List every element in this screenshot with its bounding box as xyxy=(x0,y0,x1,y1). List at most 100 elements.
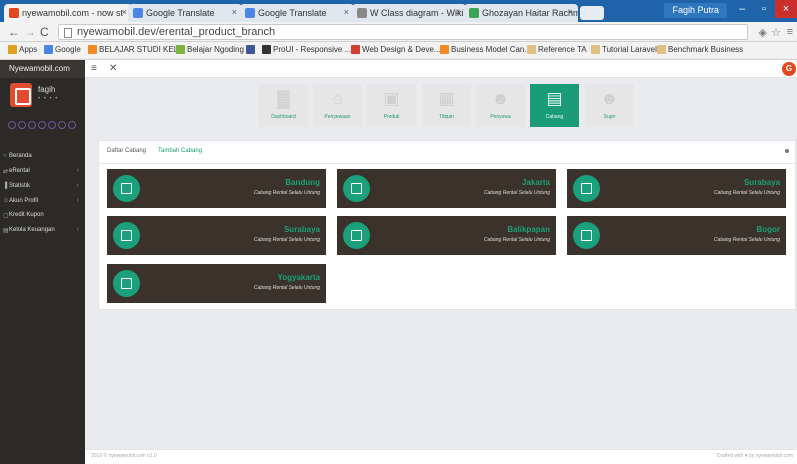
close-window-icon[interactable]: × xyxy=(775,0,797,18)
branch-card[interactable]: Balikpapan Cabang Rental Selalu Untung xyxy=(337,216,556,255)
browser-tab-wikipedia[interactable]: W Class diagram - Wikipedia × xyxy=(352,4,466,22)
bookmark-web-design[interactable]: Web Design & Deve... xyxy=(351,45,441,54)
bookmark-label: Tutorial Laravel xyxy=(602,45,657,54)
branch-name: Yogyakarta xyxy=(277,273,320,282)
bookmark-star-icon[interactable]: ☆ xyxy=(771,26,781,39)
close-tab-icon[interactable]: × xyxy=(456,7,461,17)
coupon-icon: ▢ xyxy=(3,213,9,219)
cart-icon: ⌂ xyxy=(332,89,343,108)
image-icon xyxy=(573,222,600,249)
nav-tile-penyewaan[interactable]: ⌂ xyxy=(313,84,362,127)
shuffle-icon[interactable]: ✕ xyxy=(109,63,117,74)
menu-icon[interactable]: ≡ xyxy=(787,26,793,38)
branch-description: Cabang Rental Selalu Untung xyxy=(253,237,320,243)
branch-card[interactable]: Surabaya Cabang Rental Selalu Untung xyxy=(107,216,326,255)
wikipedia-favicon-icon xyxy=(357,8,367,18)
folder-icon xyxy=(527,45,536,54)
theme-dot[interactable] xyxy=(58,121,66,129)
branch-card[interactable]: Yogyakarta Cabang Rental Selalu Untung xyxy=(107,264,326,303)
bookmark-apps[interactable]: Apps xyxy=(8,45,37,54)
google-translate-favicon-icon xyxy=(133,8,143,18)
bookmark-label: Web Design & Deve... xyxy=(362,45,441,54)
nav-label-produk: Produk xyxy=(383,114,400,120)
bookmark-benchmark-business[interactable]: Benchmark Business xyxy=(657,45,743,54)
url-text: nyewamobil.dev/erental_product_branch xyxy=(77,26,276,38)
minimize-icon[interactable]: – xyxy=(731,0,753,18)
sidebar-item-kredit-kupon[interactable]: ▢ Kredit Kupon xyxy=(0,209,85,222)
branch-name: Surabaya xyxy=(283,225,320,234)
browser-tab-google-translate[interactable]: Google Translate × xyxy=(128,4,242,22)
tab-label: nyewamobil.com - now st xyxy=(22,8,124,18)
sidebar-item-akun-profil[interactable]: ☺ Akun Profil ‹ xyxy=(0,195,85,208)
browser-user-badge[interactable]: Fagih Putra xyxy=(664,3,727,18)
branch-card[interactable]: Jakarta Cabang Rental Selalu Untung xyxy=(337,169,556,208)
maximize-icon[interactable]: ▫ xyxy=(753,0,775,18)
sidebar-item-label: Kredit Kupon xyxy=(9,212,44,218)
nav-tile-produk[interactable]: ▣ xyxy=(367,84,416,127)
site-icon xyxy=(176,45,185,54)
address-bar: ← → C nyewamobil.dev/erental_product_bra… xyxy=(0,22,797,42)
nav-tile-supir[interactable]: ☻ xyxy=(585,84,634,127)
bookmark-business-model[interactable]: Business Model Can... xyxy=(440,45,531,54)
bookmark-tutorial-laravel[interactable]: Tutorial Laravel xyxy=(591,45,657,54)
branch-description: Cabang Rental Selalu Untung xyxy=(713,237,780,243)
sidebar-item-beranda[interactable]: ○ Beranda xyxy=(0,150,85,163)
tab-label: Google Translate xyxy=(258,8,327,18)
bookmark-reference-ta[interactable]: Reference TA xyxy=(527,45,587,54)
bookmark-belajar-studi[interactable]: BELAJAR STUDI KEL... xyxy=(88,45,185,54)
driver-icon: ☻ xyxy=(600,89,619,108)
reload-icon[interactable]: C xyxy=(40,25,49,39)
close-tab-icon[interactable]: × xyxy=(568,7,573,17)
tab-tambah-cabang[interactable]: Tambah Cabang xyxy=(158,148,202,154)
brand-name[interactable]: Nyewamobil.com xyxy=(9,64,70,73)
sidebar-item-statistik[interactable]: ▐ Statistik ‹ xyxy=(0,180,85,193)
browser-tab-nyewamobil[interactable]: nyewamobil.com - now st × xyxy=(4,4,132,22)
folder-icon xyxy=(657,45,666,54)
url-input[interactable]: nyewamobil.dev/erental_product_branch xyxy=(58,24,748,40)
branch-card[interactable]: Bandung Cabang Rental Selalu Untung xyxy=(107,169,326,208)
theme-dot[interactable] xyxy=(48,121,56,129)
bookmark-belajar-ngoding[interactable]: Belajar Ngoding xyxy=(176,45,244,54)
branch-description: Cabang Rental Selalu Untung xyxy=(253,190,320,196)
close-tab-icon[interactable]: × xyxy=(232,7,237,17)
nav-tile-dashboard[interactable]: ▓ xyxy=(259,84,308,127)
google-icon xyxy=(44,45,53,54)
new-tab-button[interactable] xyxy=(580,6,604,20)
nav-tile-penyewa[interactable]: ☻ xyxy=(476,84,525,127)
facebook-icon xyxy=(246,45,255,54)
close-tab-icon[interactable]: × xyxy=(344,7,349,17)
browser-tab-google-translate-2[interactable]: Google Translate × xyxy=(240,4,354,22)
hamburger-icon[interactable]: ≡ xyxy=(91,63,97,74)
branch-card[interactable]: Surabaya Cabang Rental Selalu Untung xyxy=(567,169,786,208)
theme-dot[interactable] xyxy=(8,121,16,129)
back-arrow-icon[interactable]: ← xyxy=(8,25,20,39)
branch-card[interactable]: Bogor Cabang Rental Selalu Untung xyxy=(567,216,786,255)
sidebar-item-erental[interactable]: ⇄ eRental ‹ xyxy=(0,165,85,178)
sidebar-item-label: Statistik xyxy=(9,183,31,189)
bookmark-proui[interactable]: ProUI - Responsive ... xyxy=(262,45,351,54)
nav-tile-titipan[interactable]: ▦ xyxy=(422,84,471,127)
tab-label: Google Translate xyxy=(146,8,215,18)
brand-logo-icon[interactable]: G xyxy=(782,62,796,76)
chevron-left-icon: ‹ xyxy=(76,226,79,233)
bookmark-google[interactable]: Google xyxy=(44,45,81,54)
footer-credit[interactable]: Crafted with ♥ by nyewamobil.com xyxy=(717,453,793,459)
panel-options-icon[interactable] xyxy=(785,149,789,153)
nav-label-penyewa: Penyewa xyxy=(490,114,511,120)
tab-daftar-cabang[interactable]: Daftar Cabang xyxy=(107,148,146,154)
theme-dot[interactable] xyxy=(38,121,46,129)
cars-icon: ▦ xyxy=(438,89,455,108)
sidebar-item-kelola-keuangan[interactable]: ▤ Kelola Keuangan ‹ xyxy=(0,224,85,237)
nav-tile-cabang[interactable]: ▤ xyxy=(530,84,579,127)
close-tab-icon[interactable]: × xyxy=(122,7,127,17)
branch-name: Jakarta xyxy=(521,178,550,187)
theme-dot[interactable] xyxy=(68,121,76,129)
forward-arrow-icon[interactable]: → xyxy=(24,25,36,39)
theme-dot[interactable] xyxy=(28,121,36,129)
browser-tab-ghozayan[interactable]: Ghozayan Haitar Rachmad × xyxy=(464,4,578,22)
extension-icon[interactable]: ◈ xyxy=(759,26,767,39)
theme-dot[interactable] xyxy=(18,121,26,129)
tab-label: Ghozayan Haitar Rachmad xyxy=(482,8,578,18)
avatar[interactable] xyxy=(10,83,32,107)
nav-label-titipan: Titipan xyxy=(439,114,454,120)
